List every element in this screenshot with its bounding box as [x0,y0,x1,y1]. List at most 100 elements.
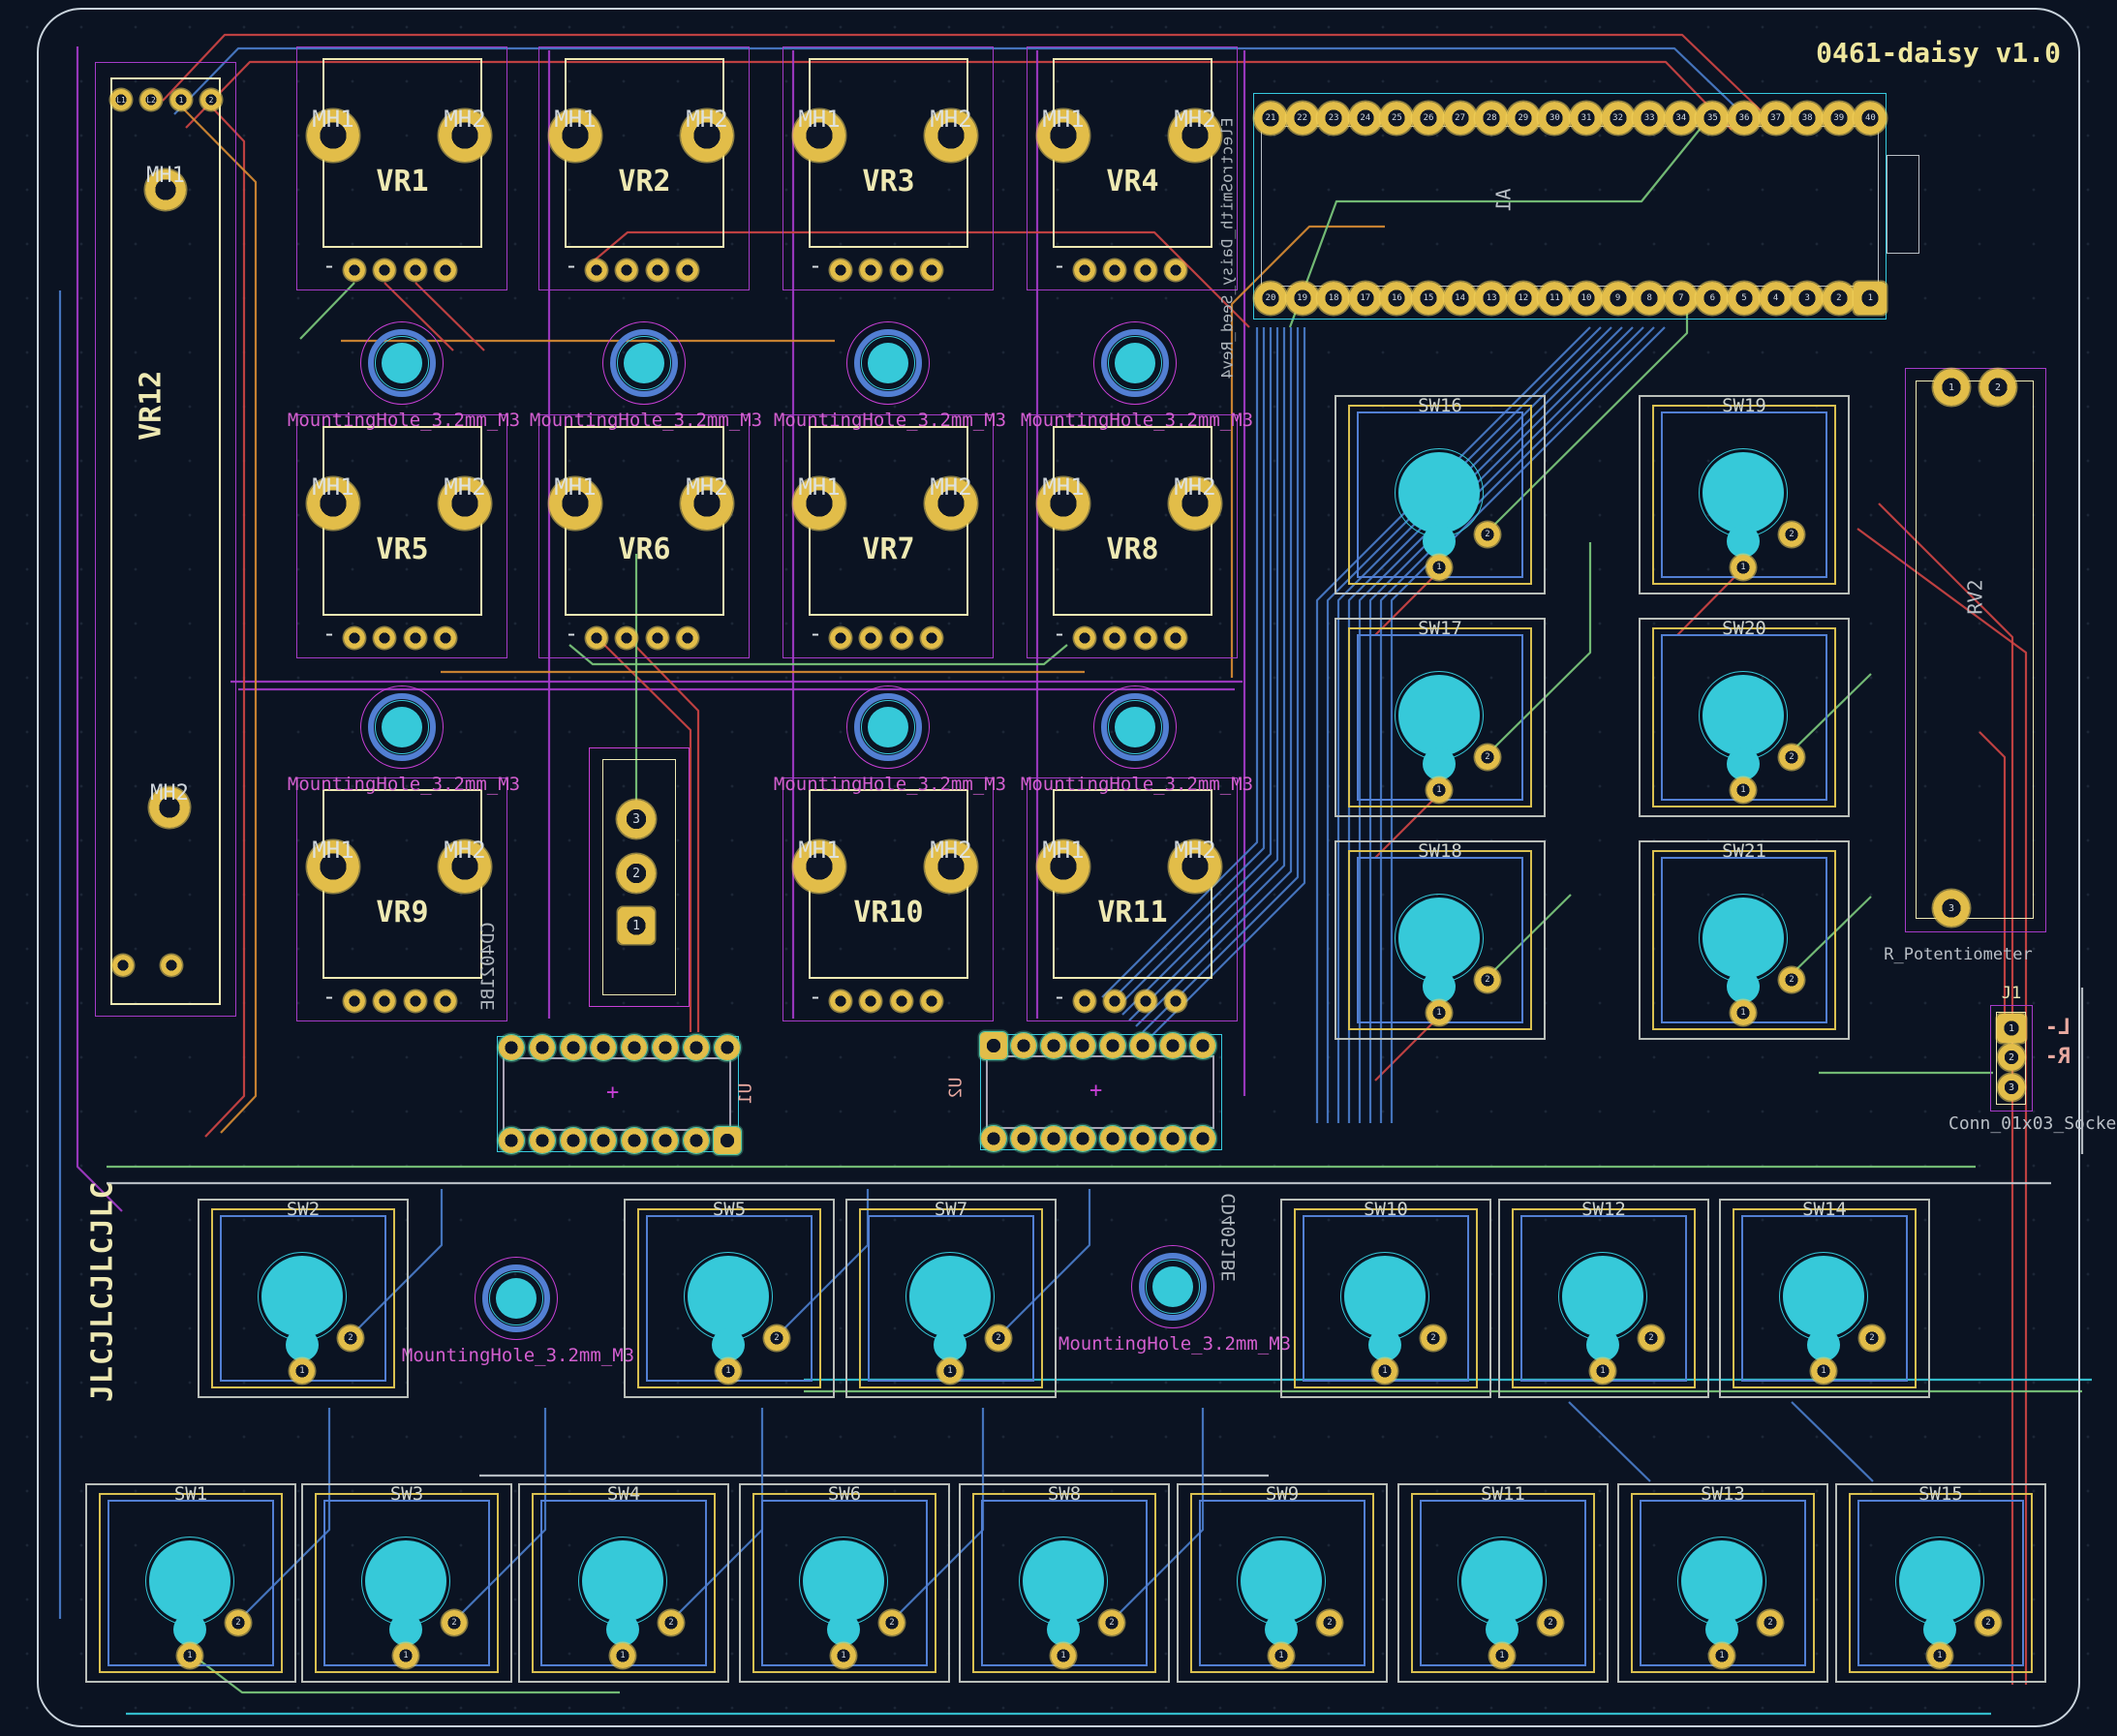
pin-pad[interactable] [860,990,881,1012]
header-pad[interactable]: 37 [1760,102,1793,135]
pin-pad[interactable] [405,259,426,281]
switch-pad-1[interactable]: 1 [1427,555,1452,580]
footprint-VR6[interactable]: MH1MH2VR6- [538,414,753,672]
footprint-SW4[interactable]: SW412 [518,1483,733,1689]
footprint-SW3[interactable]: SW312 [301,1483,516,1689]
pin-pad[interactable] [1165,990,1186,1012]
pin-pad[interactable] [830,627,851,649]
switch-pad-1[interactable]: 1 [1731,555,1756,580]
header-pad[interactable]: 28 [1475,102,1508,135]
pin-pad[interactable] [830,259,851,281]
footprint-VR1[interactable]: MH1MH2VR1- [296,46,511,304]
pin-pad[interactable] [1104,627,1125,649]
switch-pad-2[interactable]: 2 [1475,745,1500,770]
pin-pad[interactable] [616,627,637,649]
header-pad[interactable]: 26 [1412,102,1445,135]
socket-pad[interactable] [499,1128,524,1153]
pin-pad[interactable] [405,627,426,649]
header-pad[interactable]: 20 [1254,282,1287,315]
switch-pad-1[interactable]: 1 [1927,1643,1952,1668]
socket-pad[interactable] [1041,1033,1066,1058]
pin-pad[interactable] [1104,990,1125,1012]
socket-pad[interactable] [715,1035,740,1060]
footprint-SW13[interactable]: SW1312 [1617,1483,1832,1689]
footprint-SW16[interactable]: SW1612 [1335,395,1549,600]
pin-pad[interactable] [647,259,668,281]
footprint-VR10[interactable]: MH1MH2VR10- [782,777,997,1035]
socket-pad[interactable] [1160,1033,1185,1058]
pin-pad[interactable] [405,990,426,1012]
pin-pad[interactable] [1135,259,1156,281]
header-pad[interactable]: 12 [1507,282,1540,315]
footprint-VR7[interactable]: MH1MH2VR7- [782,414,997,672]
pin-pad[interactable] [435,627,456,649]
switch-pad-2[interactable]: 2 [1475,522,1500,547]
pin-pad[interactable] [1165,259,1186,281]
mounting-hole[interactable] [1093,685,1181,773]
mounting-hole[interactable] [602,321,690,409]
footprint-SW12[interactable]: SW1212 [1498,1199,1713,1404]
switch-pad-1[interactable]: 1 [1731,777,1756,803]
switch-pad-1[interactable]: 1 [1731,1000,1756,1025]
pin-pad[interactable]: 1 [1933,369,1970,406]
socket-pad[interactable] [1011,1126,1036,1151]
header-pad[interactable]: 5 [1728,282,1761,315]
switch-pad-2[interactable]: 2 [1779,745,1804,770]
socket-pad[interactable] [1160,1126,1185,1151]
socket-pad[interactable] [622,1035,647,1060]
mounting-hole[interactable] [846,685,934,773]
pin-pad[interactable] [1165,627,1186,649]
pin-pad[interactable] [374,259,395,281]
pin-pad[interactable] [344,259,365,281]
socket-pad[interactable] [499,1035,524,1060]
switch-pad-2[interactable]: 2 [1538,1610,1563,1635]
header-pad[interactable]: 36 [1728,102,1761,135]
footprint-SW2[interactable]: SW212 [198,1199,413,1404]
pin-pad[interactable] [891,259,912,281]
footprint-VR5[interactable]: MH1MH2VR5- [296,414,511,672]
footprint-VR2[interactable]: MH1MH2VR2- [538,46,753,304]
pin-pad[interactable]: 2 [1998,1044,2025,1071]
pin-pad[interactable] [677,627,698,649]
switch-pad-2[interactable]: 2 [1639,1325,1664,1351]
footprint-SW7[interactable]: SW712 [845,1199,1060,1404]
footprint-SW10[interactable]: SW1012 [1280,1199,1495,1404]
pin-pad[interactable] [891,990,912,1012]
pin-pad[interactable] [374,990,395,1012]
socket-pad[interactable] [1190,1126,1215,1151]
pin-pad[interactable] [1074,259,1095,281]
switch-pad-1[interactable]: 1 [1709,1643,1734,1668]
header-pad[interactable]: 2 [1823,282,1856,315]
switch-pad-2[interactable]: 2 [1859,1325,1885,1351]
header-pad[interactable]: 24 [1349,102,1382,135]
switch-pad-2[interactable]: 2 [1779,522,1804,547]
header-pad[interactable]: 31 [1570,102,1603,135]
footprint-SW19[interactable]: SW1912 [1639,395,1854,600]
socket-pad[interactable] [1190,1033,1215,1058]
header-pad[interactable]: 23 [1317,102,1350,135]
switch-pad-2[interactable]: 2 [1779,967,1804,992]
footprint-SW18[interactable]: SW1812 [1335,840,1549,1046]
mounting-hole[interactable] [1093,321,1181,409]
pin-pad[interactable] [586,259,607,281]
pcb-editor-canvas[interactable]: MH1MH2VR1-MH1MH2VR2-MH1MH2VR3-MH1MH2VR4-… [0,0,2117,1736]
pin-pad[interactable] [112,955,134,976]
footprint-SW21[interactable]: SW2112 [1639,840,1854,1046]
switch-pad-2[interactable]: 2 [1475,967,1500,992]
header-pad[interactable]: 10 [1570,282,1603,315]
pin-pad[interactable]: 2 [1979,369,2016,406]
header-pad[interactable]: 3 [1791,282,1824,315]
header-pad[interactable]: 1 [1854,282,1887,315]
pin-pad[interactable] [860,627,881,649]
header-pad[interactable]: 21 [1254,102,1287,135]
header-pad[interactable]: 13 [1475,282,1508,315]
header-pad[interactable]: 39 [1823,102,1856,135]
switch-pad-2[interactable]: 2 [1099,1610,1124,1635]
pin-pad[interactable]: 2 [617,854,656,893]
footprint-SW5[interactable]: SW512 [624,1199,839,1404]
pin-pad[interactable]: L2 [140,89,162,110]
header-pad[interactable]: 32 [1602,102,1635,135]
pin-pad[interactable] [830,990,851,1012]
socket-pad[interactable] [684,1035,709,1060]
pin-pad[interactable] [1135,627,1156,649]
